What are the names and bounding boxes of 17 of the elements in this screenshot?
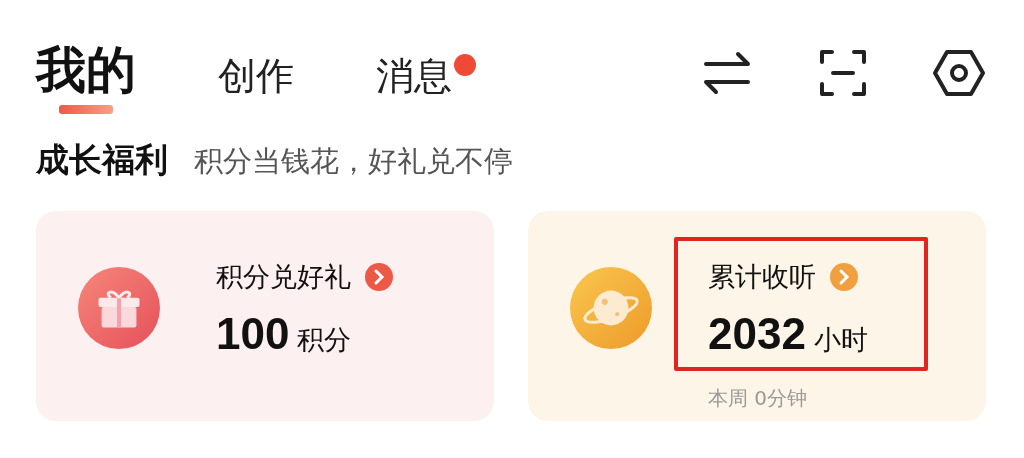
card-unit: 积分 <box>297 323 352 357</box>
section-subtitle: 积分当钱花，好礼兑不停 <box>194 143 513 180</box>
chevron-icon[interactable] <box>365 263 393 291</box>
tab[interactable]: 创作 <box>218 54 294 114</box>
card-note: 本周 0分钟 <box>708 385 809 412</box>
card-value: 2032 <box>708 309 806 359</box>
reward-card[interactable]: 积分兑好礼 100 积分 <box>36 211 494 421</box>
card-value: 100 <box>216 309 290 359</box>
planet-icon <box>570 267 652 349</box>
reward-card[interactable]: 累计收听 2032 小时 本周 0分钟 <box>528 211 986 421</box>
card-title: 积分兑好礼 <box>216 260 351 294</box>
gift-icon <box>78 267 160 349</box>
tab[interactable]: 我的 <box>36 40 136 114</box>
card-unit: 小时 <box>813 323 868 357</box>
tab[interactable]: 消息 <box>376 54 452 114</box>
card-title: 累计收听 <box>708 260 816 294</box>
section-title: 成长福利 <box>36 139 168 181</box>
